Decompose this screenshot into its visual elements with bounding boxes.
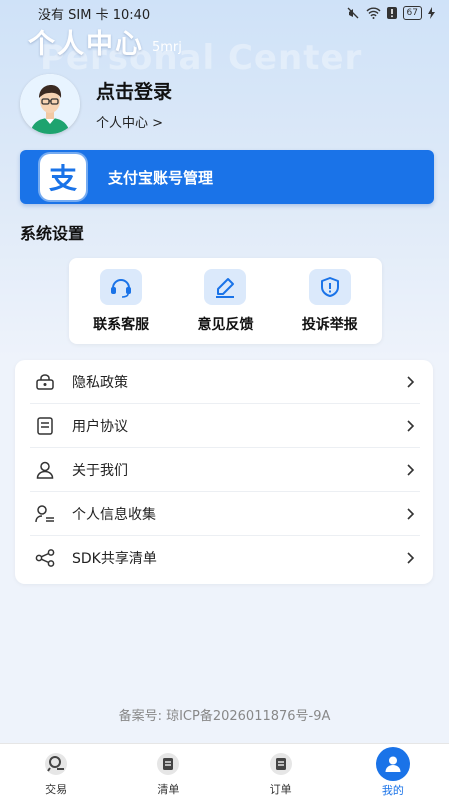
alert-icon — [386, 7, 397, 19]
order-icon — [267, 750, 295, 778]
avatar[interactable] — [20, 74, 80, 134]
settings-menu: 隐私政策 用户协议 关于我们 个人信息收集 SDK共享清单 — [15, 360, 433, 584]
quick-action-label: 意见反馈 — [197, 316, 254, 333]
menu-item-personal-info-collection[interactable]: 个人信息收集 — [30, 492, 420, 536]
tab-label: 订单 — [269, 783, 292, 796]
alipay-icon: 支 — [40, 154, 86, 200]
page-title: 个人中心 — [28, 29, 144, 60]
menu-item-label: 个人信息收集 — [72, 506, 156, 523]
feedback-button[interactable]: 意见反馈 — [177, 268, 273, 334]
wifi-icon — [366, 7, 381, 19]
tab-mine[interactable]: 我的 — [348, 744, 438, 801]
quick-action-label: 联系客服 — [93, 316, 150, 333]
battery-icon: 67 — [402, 6, 422, 20]
lock-icon — [34, 371, 56, 393]
system-settings-title: 系统设置 — [20, 224, 85, 243]
tab-label: 交易 — [45, 783, 68, 796]
page-header: 个人中心 5mrj — [28, 22, 182, 61]
tab-list[interactable]: 清单 — [123, 744, 213, 801]
headset-icon — [100, 268, 143, 305]
document-icon — [34, 415, 56, 437]
charging-icon — [428, 7, 435, 19]
user-icon — [34, 459, 56, 481]
profile-section[interactable]: 点击登录 个人中心 > — [20, 74, 172, 134]
menu-item-label: 隐私政策 — [72, 374, 128, 391]
clock-text: 10:40 — [112, 7, 151, 23]
chevron-right-icon — [407, 463, 415, 476]
quick-actions-card: 联系客服 意见反馈 投诉举报 — [69, 258, 382, 344]
menu-item-label: SDK共享清单 — [72, 551, 157, 567]
tab-orders[interactable]: 订单 — [236, 744, 326, 801]
complaint-button[interactable]: 投诉举报 — [282, 268, 378, 334]
icp-record-text: 备案号: 琼ICP备2026011876号-9A — [118, 709, 331, 724]
carrier-text: 没有 SIM 卡 — [38, 7, 109, 23]
tab-trade[interactable]: 交易 — [11, 744, 101, 801]
menu-item-privacy-policy[interactable]: 隐私政策 — [30, 360, 420, 404]
quick-action-label: 投诉举报 — [301, 316, 358, 333]
profile-icon — [375, 747, 410, 781]
user-edit-icon — [34, 503, 56, 525]
tab-label: 清单 — [157, 783, 180, 796]
chevron-right-icon — [407, 507, 415, 520]
tab-label: 我的 — [381, 784, 404, 797]
menu-item-about-us[interactable]: 关于我们 — [30, 448, 420, 492]
menu-item-sdk-sharing-list[interactable]: SDK共享清单 — [30, 536, 420, 580]
bottom-tab-bar: 交易 清单 订单 我的 — [0, 743, 449, 801]
menu-item-label: 关于我们 — [72, 462, 128, 479]
mute-icon — [347, 7, 359, 19]
page-subtitle: 5mrj — [152, 40, 182, 55]
contact-service-button[interactable]: 联系客服 — [73, 268, 169, 334]
alipay-account-button[interactable]: 支 支付宝账号管理 — [20, 150, 434, 204]
personal-center-link[interactable]: 个人中心 > — [96, 112, 172, 131]
menu-item-user-agreement[interactable]: 用户协议 — [30, 404, 420, 448]
chevron-right-icon — [407, 552, 415, 564]
menu-item-label: 用户协议 — [72, 418, 128, 435]
alipay-account-label: 支付宝账号管理 — [108, 168, 214, 187]
share-icon — [34, 547, 56, 569]
chevron-right-icon — [407, 375, 415, 388]
shield-icon — [308, 268, 351, 305]
login-link[interactable]: 点击登录 — [96, 77, 172, 104]
edit-icon — [204, 268, 247, 305]
chevron-right-icon — [407, 419, 415, 432]
trade-icon — [42, 750, 70, 778]
list-icon — [154, 750, 182, 778]
